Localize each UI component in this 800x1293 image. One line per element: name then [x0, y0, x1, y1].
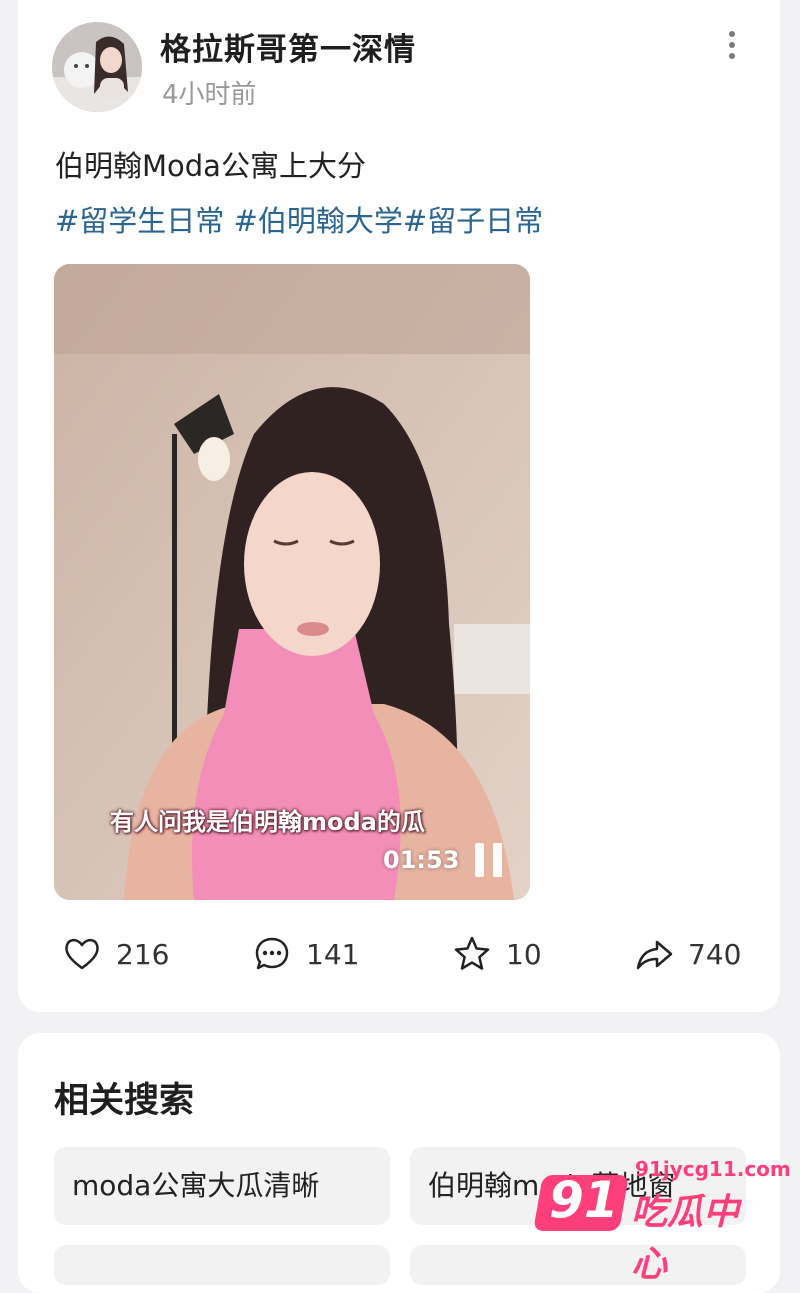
favorite-count: 10 [506, 937, 542, 971]
related-search-title: 相关搜索 [54, 1081, 195, 1121]
hashtags: #留学生日常 #伯明翰大学#留子日常 [55, 198, 543, 240]
hashtag-study-abroad[interactable]: #留学生日常 [55, 204, 224, 238]
hashtag-liuzi[interactable]: #留子日常 [403, 204, 543, 238]
watermark-number: 91 [549, 1171, 619, 1229]
heart-icon [65, 938, 99, 970]
comment-icon [255, 937, 289, 970]
favorite-button[interactable]: 10 [452, 932, 542, 976]
video-subtitle: 有人问我是伯明翰moda的瓜 [110, 808, 425, 836]
post-title: 伯明翰Moda公寓上大分 [55, 149, 366, 183]
hashtag-uni-birmingham[interactable]: #伯明翰大学 [234, 204, 403, 238]
comment-button[interactable]: 141 [252, 932, 359, 976]
username[interactable]: 格拉斯哥第一深情 [160, 24, 416, 69]
related-search-item[interactable]: moda公寓大瓜清晰 [54, 1147, 390, 1225]
star-icon [454, 936, 490, 970]
pause-icon[interactable] [475, 843, 507, 877]
watermark-url: 91jycg11.com [635, 1157, 791, 1181]
like-button[interactable]: 216 [62, 932, 169, 976]
avatar-image [52, 22, 142, 112]
more-icon[interactable] [718, 28, 746, 68]
site-watermark: 91 91jycg11.com 吃瓜中心 [533, 1153, 791, 1285]
share-count: 740 [688, 937, 742, 971]
share-icon [636, 940, 673, 970]
avatar[interactable] [52, 22, 142, 112]
video-duration: 01:53 [383, 846, 460, 874]
comment-count: 141 [306, 937, 360, 971]
post-time: 4小时前 [162, 80, 257, 110]
like-count: 216 [116, 937, 170, 971]
share-button[interactable]: 740 [634, 932, 741, 976]
related-search-item-empty[interactable] [54, 1245, 390, 1285]
watermark-text: 吃瓜中心 [631, 1192, 740, 1285]
